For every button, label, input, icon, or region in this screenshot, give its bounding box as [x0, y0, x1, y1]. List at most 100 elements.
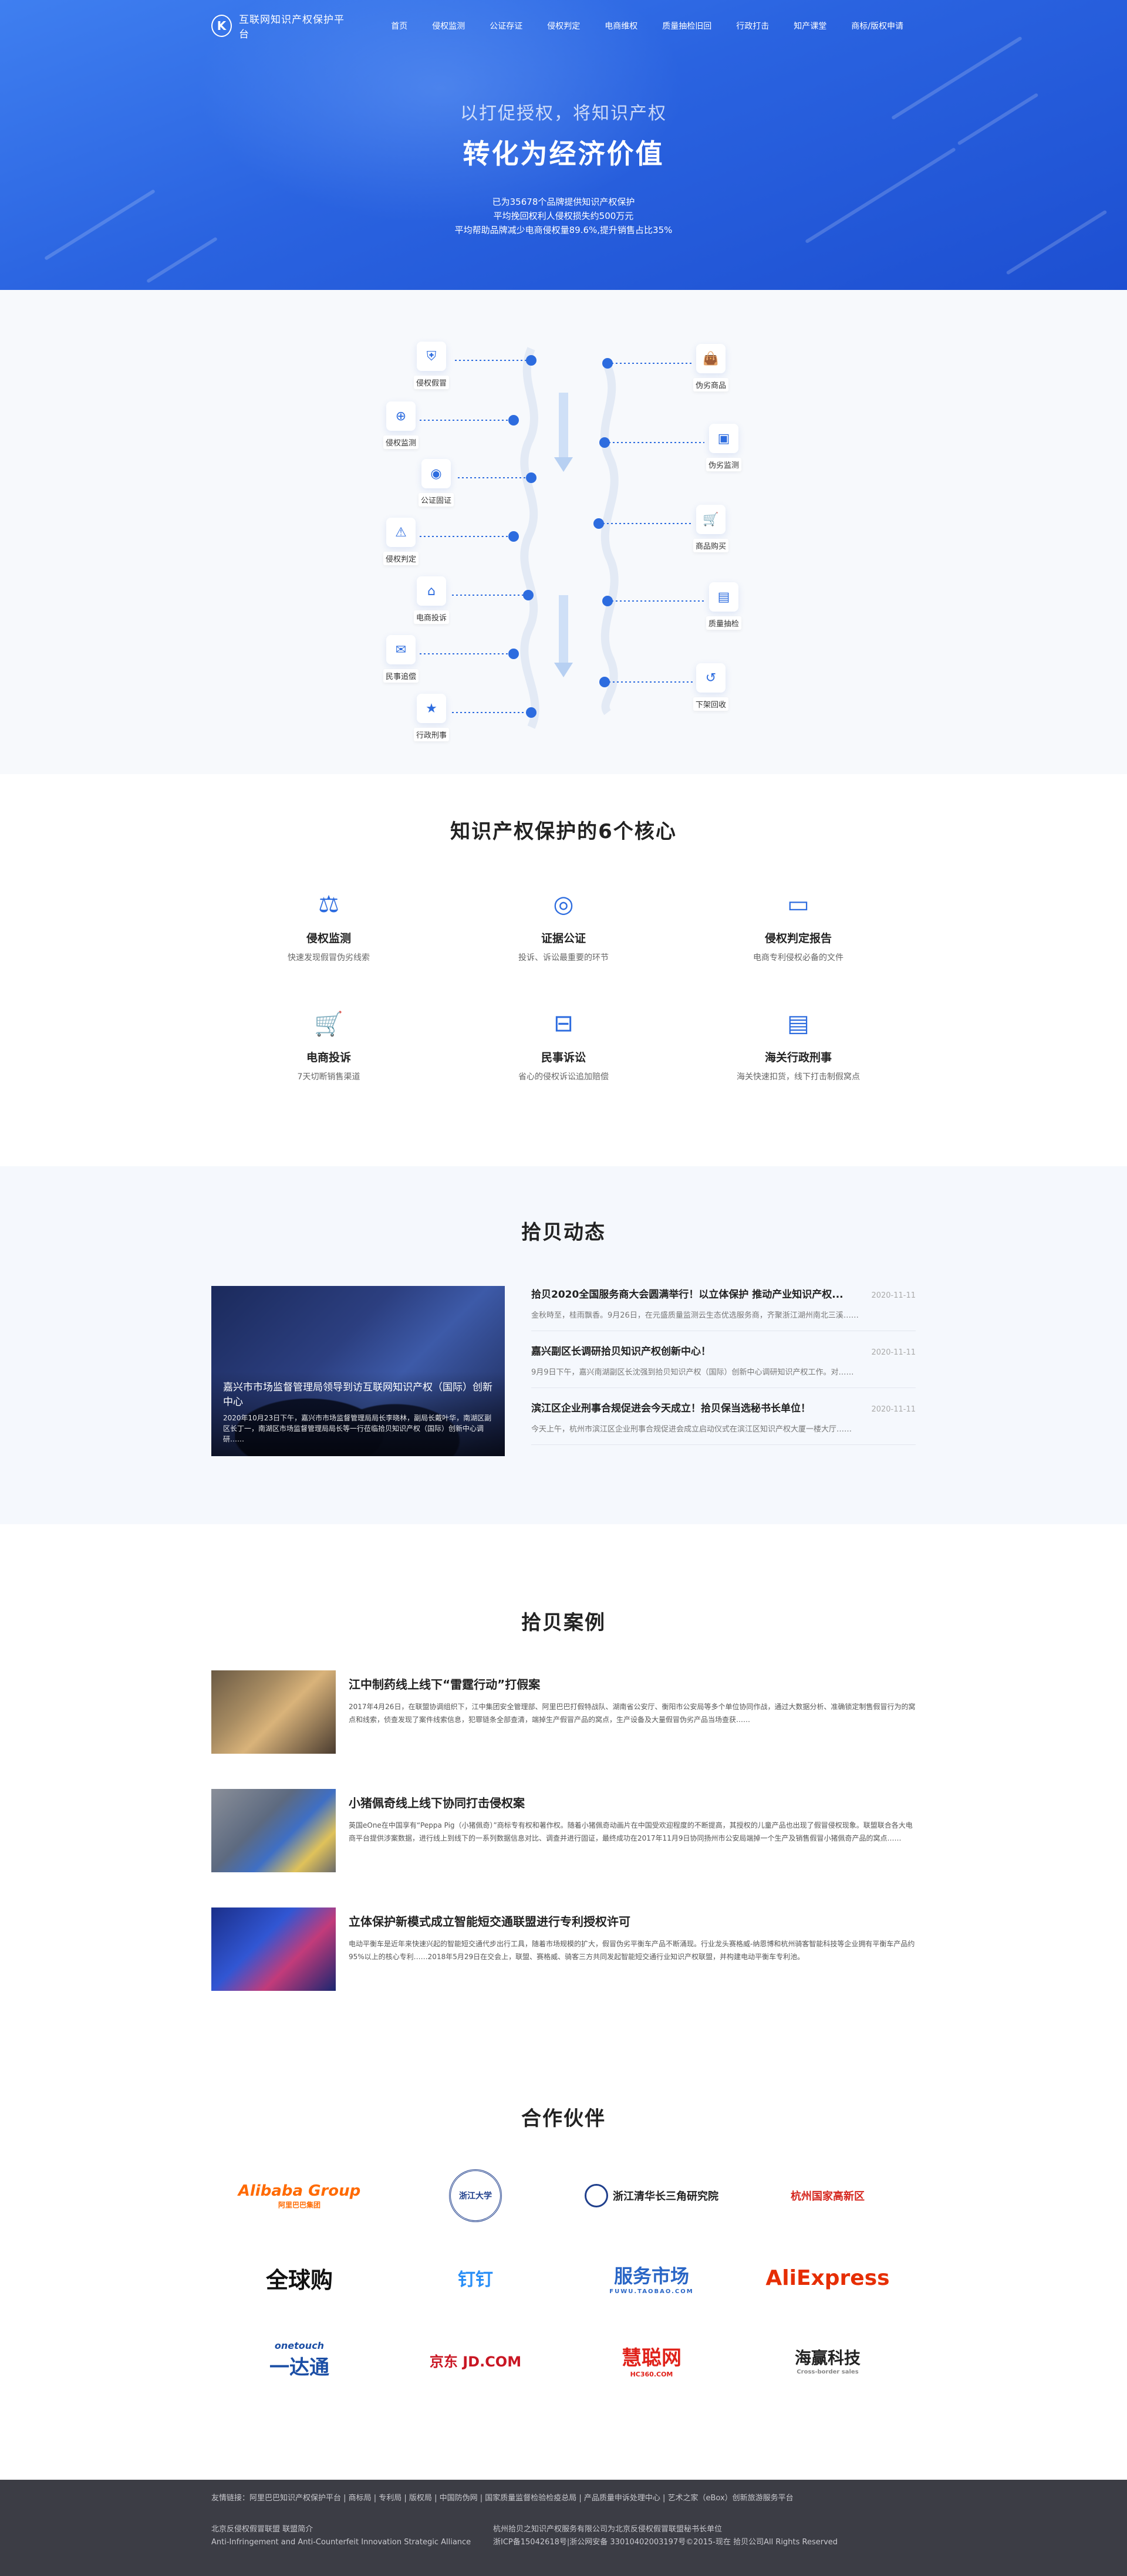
core-item-desc: 省心的侵权诉讼追加赔偿 [518, 1072, 609, 1082]
hero-streak [957, 93, 1039, 146]
partner-logo-haiying[interactable]: 海赢科技 Cross-border sales [740, 2331, 916, 2389]
hero-banner: K 互联网知识产权保护平台 首页 侵权监测 公证存证 侵权判定 电商维权 质量抽… [0, 0, 1127, 290]
chat-icon: ✉ [386, 635, 416, 664]
logo-icon: K [211, 15, 232, 37]
core-item[interactable]: ⊟ 民事诉讼 省心的侵权诉讼追加赔偿 [446, 1010, 681, 1082]
flow-step-infringement: ⛨ 侵权假冒 [406, 342, 457, 389]
flow-step-civil: ✉ 民事追偿 [376, 635, 426, 683]
alert-shield-icon: ⚠ [386, 518, 416, 547]
process-flow-diagram: ⛨ 侵权假冒 ⊕ 侵权监测 ◉ 公证固证 ⚠ 侵权判定 ⌂ 电商投诉 ✉ 民事追偿 ★ 行政刑… [0, 290, 1127, 774]
document-icon: ▤ [787, 1010, 809, 1037]
core-item-desc: 海关快速扣货，线下打击制假窝点 [737, 1072, 860, 1082]
news-featured[interactable]: 嘉兴市市场监督管理局领导到访互联网知识产权（国际）创新中心 2020年10月23… [211, 1286, 505, 1456]
flow-step-label: 民事追偿 [383, 669, 419, 683]
core-grid: ⚖ 侵权监测 快速发现假冒伪劣线索 ◎ 证据公证 投诉、诉讼最重要的环节 ▭ 侵权判定报告… [211, 891, 916, 1082]
flow-step-label: 商品购买 [693, 539, 728, 552]
flow-step-label: 下架回收 [693, 697, 728, 711]
footer-alliance-en: Anti-Infringement and Anti-Counterfeit I… [211, 2538, 471, 2547]
nav-item-notarization[interactable]: 公证存证 [477, 20, 535, 32]
core-item[interactable]: ▭ 侵权判定报告 电商专利侵权必备的文件 [681, 891, 916, 963]
partner-logo-alibaba[interactable]: Alibaba Group 阿里巴巴集团 [211, 2166, 387, 2225]
partner-logo-zju[interactable]: 浙江大学 [387, 2166, 564, 2225]
partner-logo-hangzhou-hitech[interactable]: 杭州国家高新区 [740, 2166, 916, 2225]
core-item-title: 电商投诉 [306, 1051, 351, 1064]
flow-step-quality-check: ▤ 质量抽检 [699, 582, 749, 630]
target-icon: ⊕ [386, 401, 416, 431]
core-item-desc: 7天切断销售渠道 [297, 1072, 360, 1082]
core-item[interactable]: ◎ 证据公证 投诉、诉讼最重要的环节 [446, 891, 681, 963]
partner-name: 杭州国家高新区 [791, 2190, 865, 2203]
image-icon: ▣ [709, 424, 738, 453]
core-item[interactable]: ⚖ 侵权监测 快速发现假冒伪劣线索 [211, 891, 446, 963]
news-item-date: 2020-11-11 [871, 1348, 916, 1357]
flow-step-label: 电商投诉 [413, 610, 449, 624]
footer-links[interactable]: 友情链接：阿里巴巴知识产权保护平台 | 商标局 | 专利局 | 版权局 | 中国… [211, 2491, 916, 2506]
core-item-title: 证据公证 [541, 932, 586, 945]
flow-step-label: 侵权假冒 [413, 376, 449, 389]
news-section: 拾贝动态 嘉兴市市场监督管理局领导到访互联网知识产权（国际）创新中心 2020年… [0, 1166, 1127, 1524]
nav-item-classroom[interactable]: 知产课堂 [781, 20, 839, 32]
partners-section: 合作伙伴 Alibaba Group 阿里巴巴集团 浙江大学 浙江清华长三角研究院… [0, 2102, 1127, 2480]
case-thumbnail [211, 1907, 336, 1991]
news-item[interactable]: 拾贝2020全国服务商大会圆满举行！以立体保护 推动产业知识产权... 2020-… [531, 1286, 916, 1331]
partner-grid: Alibaba Group 阿里巴巴集团 浙江大学 浙江清华长三角研究院 杭州国家… [211, 2166, 916, 2389]
flow-step-criminal: ★ 行政刑事 [406, 694, 457, 741]
flow-step-takedown: ↺ 下架回收 [686, 663, 736, 711]
store-icon: ⌂ [417, 576, 446, 606]
partner-logo-jd[interactable]: 京东 JD.COM [387, 2331, 564, 2389]
news-list: 拾贝2020全国服务商大会圆满举行！以立体保护 推动产业知识产权... 2020-… [531, 1286, 916, 1457]
core-item[interactable]: ▤ 海关行政刑事 海关快速扣货，线下打击制假窝点 [681, 1010, 916, 1082]
partner-logo-fuwu[interactable]: 服务市场 FUWU.TAOBAO.COM [564, 2248, 740, 2307]
case-item[interactable]: 立体保护新模式成立智能短交通联盟进行专利授权许可 电动平衡车是近年来快速兴起的智能… [211, 1907, 916, 1991]
nav-item-administrative[interactable]: 行政打击 [724, 20, 781, 32]
partner-logo-onetouch[interactable]: onetouch 一达通 [211, 2331, 387, 2389]
nav-item-quality[interactable]: 质量抽检旧回 [650, 20, 724, 32]
flow-step-notarization: ◉ 公证固证 [411, 459, 461, 507]
section-title: 拾贝动态 [521, 1221, 606, 1244]
partner-name: 京东 JD.COM [429, 2353, 522, 2370]
nav-item-home[interactable]: 首页 [379, 20, 420, 32]
core-item-title: 民事诉讼 [541, 1051, 586, 1064]
shield-icon: ⛨ [417, 342, 446, 371]
partner-sub: FUWU.TAOBAO.COM [609, 2288, 694, 2295]
section-title: 合作伙伴 [521, 2107, 606, 2131]
brand-name: 互联网知识产权保护平台 [238, 14, 345, 40]
partner-logo-hc360[interactable]: 慧聪网 HC360.COM [564, 2331, 740, 2389]
core-item-desc: 电商专利侵权必备的文件 [753, 953, 843, 963]
flow-step-judgment: ⚠ 侵权判定 [376, 518, 426, 565]
globe-icon: ◎ [553, 891, 574, 918]
flow-spine-right [600, 364, 619, 715]
news-item-date: 2020-11-11 [871, 1405, 916, 1414]
nav-item-judgment[interactable]: 侵权判定 [535, 20, 592, 32]
case-item[interactable]: 江中制药线上线下“雷霆行动”打假案 2017年4月26日，在联盟协调组织下，江中集… [211, 1670, 916, 1754]
case-item[interactable]: 小猪佩奇线上线下协同打击侵权案 英国eOne在中国享有“Peppa Pig（小猪佩… [211, 1789, 916, 1872]
nav-item-application[interactable]: 商标/版权申请 [839, 20, 916, 32]
core-item-desc: 快速发现假冒伪劣线索 [288, 953, 370, 963]
hero-title: 转化为经济价值 [463, 138, 664, 170]
case-body: 电动平衡车是近年来快速兴起的智能短交通代步出行工具，随着市场规模的扩大，假冒伪劣… [349, 1940, 915, 1961]
flow-step-complaint: ⌂ 电商投诉 [406, 576, 457, 624]
nav-item-monitoring[interactable]: 侵权监测 [420, 20, 477, 32]
nav-item-ecommerce[interactable]: 电商维权 [592, 20, 650, 32]
news-item-summary: 9月9日下午，嘉兴南湖副区长沈强到拾贝知识产权（国际）创新中心调研知识产权工作。… [531, 1368, 854, 1377]
hero-streak [1005, 210, 1108, 275]
core-item[interactable]: 🛒 电商投诉 7天切断销售渠道 [211, 1010, 446, 1082]
footer-company: 杭州拾贝之知识产权服务有限公司为北京反侵权假冒联盟秘书长单位 [493, 2525, 723, 2534]
cart-icon: 🛒 [314, 1011, 343, 1038]
flow-step-label: 伪劣监测 [706, 458, 741, 471]
partner-logo-quanqiugou[interactable]: 全球购 [211, 2248, 387, 2307]
news-featured-caption: 嘉兴市市场监督管理局领导到访互联网知识产权（国际）创新中心 2020年10月23… [211, 1372, 505, 1456]
news-item[interactable]: 嘉兴副区长调研拾贝知识产权创新中心！ 2020-11-11 9月9日下午，嘉兴南湖… [531, 1343, 916, 1388]
partner-logo-dingtalk[interactable]: 钉钉 [387, 2248, 564, 2307]
news-item[interactable]: 滨江区企业刑事合规促进会今天成立！拾贝保当选秘书长单位！ 2020-11-11 今… [531, 1400, 916, 1445]
hero-streak [44, 189, 156, 261]
core-features-section: 知识产权保护的6个核心 ⚖ 侵权监测 快速发现假冒伪劣线索 ◎ 证据公证 投诉、诉讼最重… [0, 774, 1127, 1166]
hero-text: 以打促授权，将知识产权 转化为经济价值 已为35678个品牌提供知识产权保护 平… [211, 99, 916, 237]
partner-logo-tsinghua-yrd[interactable]: 浙江清华长三角研究院 [564, 2166, 740, 2225]
footer-alliance[interactable]: 北京反侵权假冒联盟 联盟简介 [211, 2523, 493, 2536]
case-list: 江中制药线上线下“雷霆行动”打假案 2017年4月26日，在联盟协调组织下，江中集… [211, 1670, 916, 1991]
flow-step-label: 伪劣商品 [693, 378, 728, 391]
partner-logo-aliexpress[interactable]: AliExpress [740, 2248, 916, 2307]
flow-arrow-head [554, 457, 573, 472]
brand[interactable]: K 互联网知识产权保护平台 [211, 11, 345, 40]
